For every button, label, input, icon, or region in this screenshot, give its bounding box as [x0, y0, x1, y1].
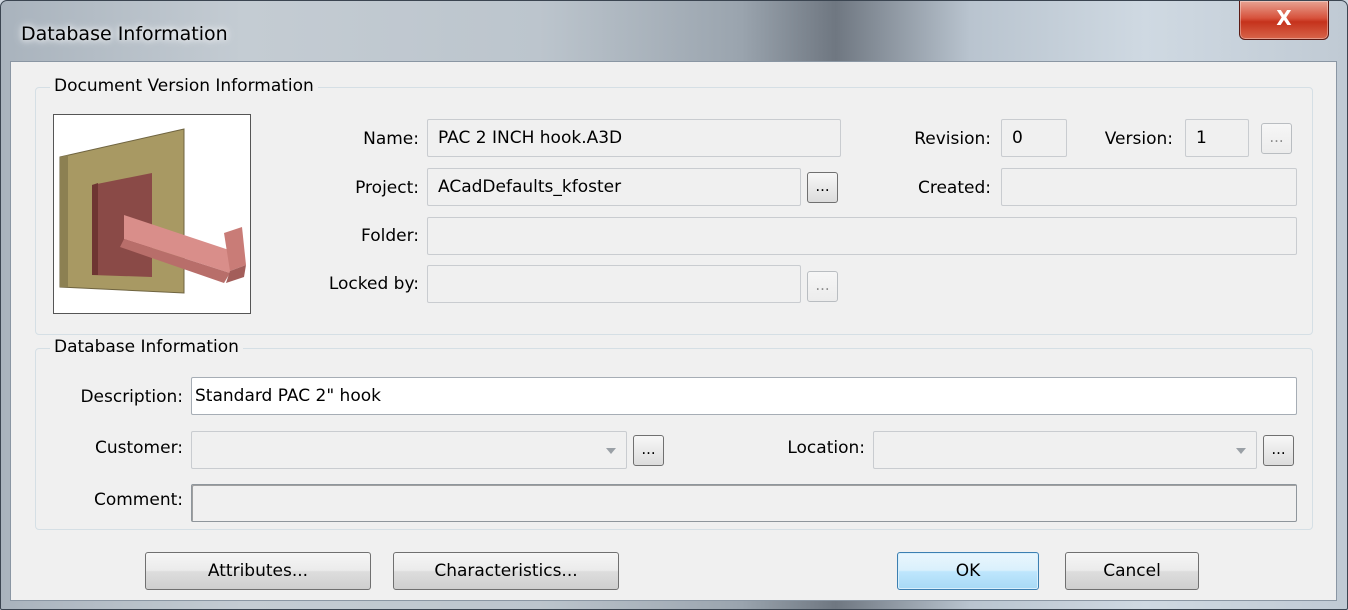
- dialog-body: Document Version Information Name: PAC 2…: [10, 61, 1337, 601]
- version-field[interactable]: 1: [1185, 119, 1249, 157]
- hook-part-thumbnail: [59, 128, 246, 294]
- location-browse-button[interactable]: ...: [1263, 435, 1294, 466]
- cancel-button[interactable]: Cancel: [1065, 552, 1199, 590]
- database-information-window: Database Information X Document Version …: [0, 0, 1348, 610]
- created-label: Created:: [917, 178, 991, 198]
- customer-browse-button[interactable]: ...: [633, 435, 664, 466]
- window-title: Database Information: [21, 23, 228, 45]
- description-input[interactable]: Standard PAC 2" hook: [191, 377, 1297, 415]
- location-dropdown[interactable]: [873, 431, 1257, 469]
- customer-dropdown[interactable]: [191, 431, 627, 469]
- version-browse-button[interactable]: ...: [1261, 123, 1292, 154]
- comment-field[interactable]: [191, 484, 1297, 522]
- locked-by-field[interactable]: [427, 265, 801, 303]
- chevron-down-icon: [606, 448, 616, 454]
- characteristics-button[interactable]: Characteristics...: [393, 552, 619, 590]
- chevron-down-icon: [1236, 448, 1246, 454]
- created-field[interactable]: [1001, 168, 1297, 206]
- close-button[interactable]: X: [1239, 1, 1329, 40]
- comment-label: Comment:: [93, 490, 183, 510]
- ok-button[interactable]: OK: [897, 552, 1039, 590]
- project-browse-button[interactable]: ...: [807, 172, 838, 203]
- folder-label: Folder:: [361, 226, 419, 246]
- name-label: Name:: [363, 129, 419, 149]
- location-label: Location:: [787, 438, 865, 458]
- version-label: Version:: [1104, 129, 1173, 149]
- revision-label: Revision:: [914, 129, 991, 149]
- attributes-button[interactable]: Attributes...: [145, 552, 371, 590]
- title-bar[interactable]: Database Information X: [1, 1, 1347, 61]
- name-field[interactable]: PAC 2 INCH hook.A3D: [427, 119, 841, 157]
- revision-field[interactable]: 0: [1001, 119, 1067, 157]
- part-preview-image: [53, 114, 251, 314]
- close-icon: X: [1276, 6, 1292, 30]
- document-version-group-title: Document Version Information: [50, 76, 318, 96]
- description-label: Description:: [80, 387, 183, 407]
- locked-by-label: Locked by:: [328, 274, 419, 294]
- folder-field[interactable]: [427, 217, 1297, 255]
- customer-label: Customer:: [94, 438, 183, 458]
- locked-by-browse-button[interactable]: ...: [807, 271, 838, 302]
- database-information-group-title: Database Information: [50, 337, 243, 357]
- project-label: Project:: [355, 178, 419, 198]
- project-field[interactable]: ACadDefaults_kfoster: [427, 168, 801, 206]
